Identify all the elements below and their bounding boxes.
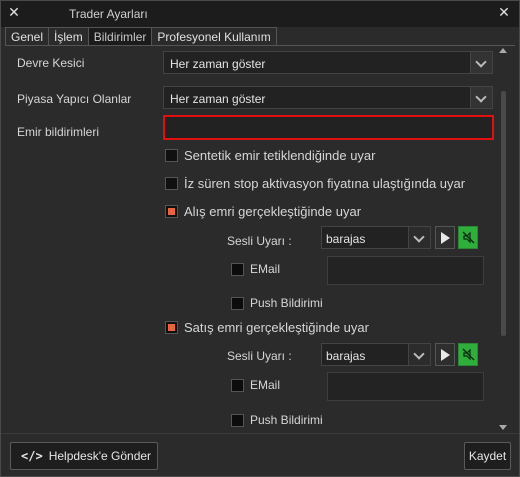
emir-bildirimleri-field[interactable]	[163, 115, 494, 140]
helpdesk-button[interactable]: </> Helpdesk'e Gönder	[10, 442, 158, 470]
piyasa-yapici-select[interactable]: Her zaman göster	[163, 86, 493, 109]
chevron-down-icon[interactable]	[470, 87, 492, 108]
satis-email-label: EMail	[250, 378, 281, 392]
play-icon[interactable]	[435, 343, 455, 366]
piyasa-yapici-value: Her zaman göster	[170, 92, 266, 106]
satis-push-row[interactable]: Push Bildirimi	[231, 413, 323, 427]
tab-profesyonel-kullanim[interactable]: Profesyonel Kullanım	[151, 27, 277, 46]
settings-window: ✕ Trader Ayarları ✕ Genel İşlem Bildirim…	[0, 0, 520, 477]
chevron-down-icon[interactable]	[408, 344, 430, 365]
satis-sound-label: Sesli Uyarı :	[227, 349, 292, 363]
sentetik-label: Sentetik emir tetiklendiğinde uyar	[184, 148, 376, 163]
alis-email-row[interactable]: EMail	[231, 262, 280, 276]
mute-icon[interactable]	[458, 226, 478, 249]
tab-islem[interactable]: İşlem	[48, 27, 89, 46]
emir-bildirimleri-label: Emir bildirimleri	[17, 125, 100, 139]
satis-sound-select[interactable]: barajas	[321, 343, 431, 366]
alis-push-row[interactable]: Push Bildirimi	[231, 296, 323, 310]
alis-sound-select[interactable]: barajas	[321, 226, 431, 249]
satis-check-row[interactable]: Satış emri gerçekleştiğinde uyar	[165, 320, 369, 335]
satis-push-label: Push Bildirimi	[250, 413, 323, 427]
scroll-down-icon[interactable]	[499, 425, 507, 430]
alis-email-checkbox[interactable]	[231, 262, 244, 276]
alis-checkbox[interactable]	[165, 205, 178, 218]
iz-suren-check-row[interactable]: İz süren stop aktivasyon fiyatına ulaştı…	[165, 176, 465, 191]
alis-check-row[interactable]: Alış emri gerçekleştiğinde uyar	[165, 204, 361, 219]
chevron-down-icon[interactable]	[408, 227, 430, 248]
devre-kesici-value: Her zaman göster	[170, 57, 266, 71]
alis-push-checkbox[interactable]	[231, 296, 244, 310]
satis-email-row[interactable]: EMail	[231, 378, 280, 392]
scroll-up-icon[interactable]	[499, 48, 507, 53]
vertical-scrollbar[interactable]	[497, 46, 509, 432]
piyasa-yapici-label: Piyasa Yapıcı Olanlar	[17, 92, 132, 106]
alis-sound-value: barajas	[326, 232, 366, 246]
satis-email-checkbox[interactable]	[231, 378, 244, 392]
satis-sound-value: barajas	[326, 349, 366, 363]
iz-suren-label: İz süren stop aktivasyon fiyatına ulaştı…	[184, 176, 466, 191]
scroll-thumb[interactable]	[501, 91, 506, 336]
play-icon[interactable]	[435, 226, 455, 249]
close-icon[interactable]: ✕	[7, 5, 21, 19]
alis-label: Alış emri gerçekleştiğinde uyar	[184, 204, 362, 219]
tab-bildirimler[interactable]: Bildirimler	[87, 27, 153, 46]
alis-sound-label: Sesli Uyarı :	[227, 234, 292, 248]
save-button[interactable]: Kaydet	[464, 442, 511, 470]
chevron-down-icon[interactable]	[470, 52, 492, 73]
mute-icon[interactable]	[458, 343, 478, 366]
alis-email-input[interactable]	[327, 256, 484, 285]
notifications-panel: Devre Kesici Her zaman göster Piyasa Yap…	[5, 46, 515, 432]
iz-suren-checkbox[interactable]	[165, 177, 178, 190]
helpdesk-label: Helpdesk'e Gönder	[48, 449, 152, 463]
alis-email-label: EMail	[250, 262, 281, 276]
satis-email-input[interactable]	[327, 372, 484, 401]
close-icon[interactable]: ✕	[497, 5, 511, 19]
devre-kesici-select[interactable]: Her zaman göster	[163, 51, 493, 74]
footer-bar: </> Helpdesk'e Gönder Kaydet	[1, 433, 519, 476]
tab-bar: Genel İşlem Bildirimler Profesyonel Kull…	[5, 27, 277, 46]
satis-label: Satış emri gerçekleştiğinde uyar	[184, 320, 369, 335]
sentetik-checkbox[interactable]	[165, 149, 178, 162]
satis-checkbox[interactable]	[165, 321, 178, 334]
title-bar: ✕ Trader Ayarları ✕	[1, 1, 519, 27]
tab-genel[interactable]: Genel	[5, 27, 50, 46]
code-icon: </>	[21, 449, 43, 463]
alis-push-label: Push Bildirimi	[250, 296, 323, 310]
satis-push-checkbox[interactable]	[231, 413, 244, 427]
window-title: Trader Ayarları	[69, 7, 148, 21]
sentetik-check-row[interactable]: Sentetik emir tetiklendiğinde uyar	[165, 148, 376, 163]
devre-kesici-label: Devre Kesici	[17, 56, 85, 70]
